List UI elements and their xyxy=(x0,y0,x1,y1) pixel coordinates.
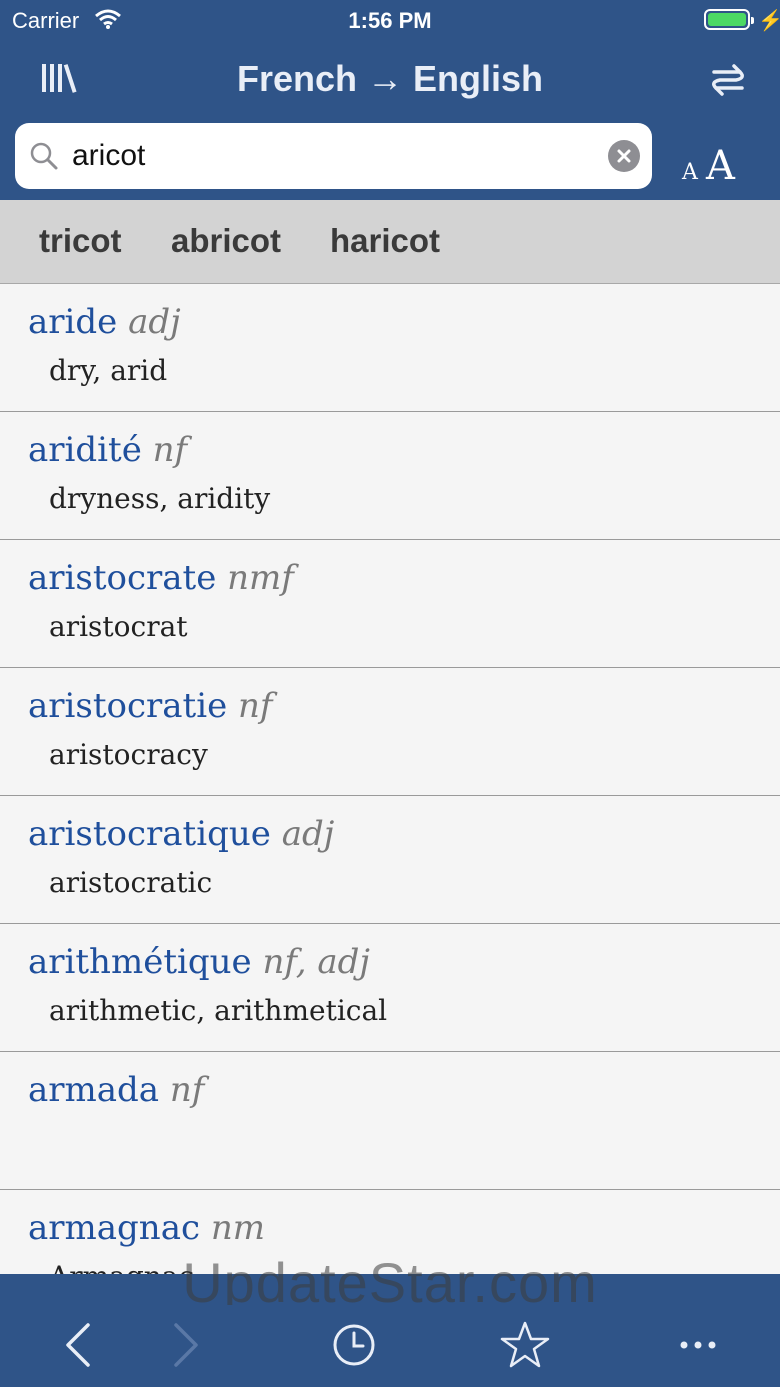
text-size-icon[interactable]: AA xyxy=(676,140,746,189)
list-item[interactable]: aristocratie nf aristocracy xyxy=(0,668,780,796)
translation: aristocracy xyxy=(49,738,208,771)
part-of-speech: nmf xyxy=(227,558,294,598)
page-title: French → English xyxy=(236,58,544,99)
favorites-icon[interactable] xyxy=(499,1319,551,1371)
results-list: aride adj dry, arid aridité nf dryness, … xyxy=(0,284,780,1274)
search-input[interactable] xyxy=(72,133,592,179)
translation: aristocratic xyxy=(49,866,213,899)
part-of-speech: nm xyxy=(210,1208,265,1248)
search-box[interactable] xyxy=(15,123,652,189)
list-item[interactable]: aristocratique adj aristocratic xyxy=(0,796,780,924)
clear-icon[interactable] xyxy=(608,140,640,172)
list-item[interactable]: aridité nf dryness, aridity xyxy=(0,412,780,540)
back-icon[interactable] xyxy=(54,1319,106,1371)
headword: aristocratie xyxy=(28,686,228,726)
list-item[interactable]: aride adj dry, arid xyxy=(0,284,780,412)
suggestion-bar: tricot abricot haricot xyxy=(0,200,780,284)
header: Carrier 1:56 PM ⚡ French → English arico… xyxy=(0,0,780,200)
list-item[interactable]: arithmétique nf, adj arithmetic, arithme… xyxy=(0,924,780,1052)
history-icon[interactable] xyxy=(328,1319,380,1371)
part-of-speech: nf xyxy=(169,1070,205,1110)
translation: dryness, aridity xyxy=(49,482,271,515)
suggestion-item[interactable]: abricot xyxy=(171,222,281,260)
headword: aristocrate xyxy=(28,558,217,598)
part-of-speech: nf, adj xyxy=(262,942,370,982)
swap-languages-icon[interactable] xyxy=(706,60,750,100)
part-of-speech: nf xyxy=(238,686,273,726)
headword: arithmétique xyxy=(28,942,252,982)
suggestion-item[interactable]: haricot xyxy=(330,222,440,260)
suggestion-item[interactable]: tricot xyxy=(39,222,122,260)
battery-icon xyxy=(704,9,754,30)
charging-icon: ⚡ xyxy=(758,10,780,32)
more-icon[interactable] xyxy=(672,1319,724,1371)
headword: aride xyxy=(28,302,118,342)
headword: aristocratique xyxy=(28,814,271,854)
translation: aristocrat xyxy=(49,610,188,643)
translation: arithmetic, arithmetical xyxy=(49,994,388,1027)
headword: aridité xyxy=(28,430,142,470)
status-time: 1:56 PM xyxy=(348,8,432,33)
part-of-speech: adj xyxy=(281,814,335,854)
nav-bar: French → English xyxy=(0,48,780,112)
headword: armagnac xyxy=(28,1208,201,1248)
part-of-speech: adj xyxy=(128,302,181,342)
list-item[interactable]: aristocrate nmf aristocrat xyxy=(0,540,780,668)
bottom-toolbar xyxy=(0,1305,780,1387)
part-of-speech: nf xyxy=(152,430,188,470)
search-icon xyxy=(30,142,58,170)
translation: dry, arid xyxy=(49,354,168,387)
headword: armada xyxy=(28,1070,160,1110)
forward-icon[interactable] xyxy=(160,1319,212,1371)
list-item[interactable]: armada nf xyxy=(0,1052,780,1190)
status-bar: Carrier 1:56 PM ⚡ xyxy=(0,0,780,40)
